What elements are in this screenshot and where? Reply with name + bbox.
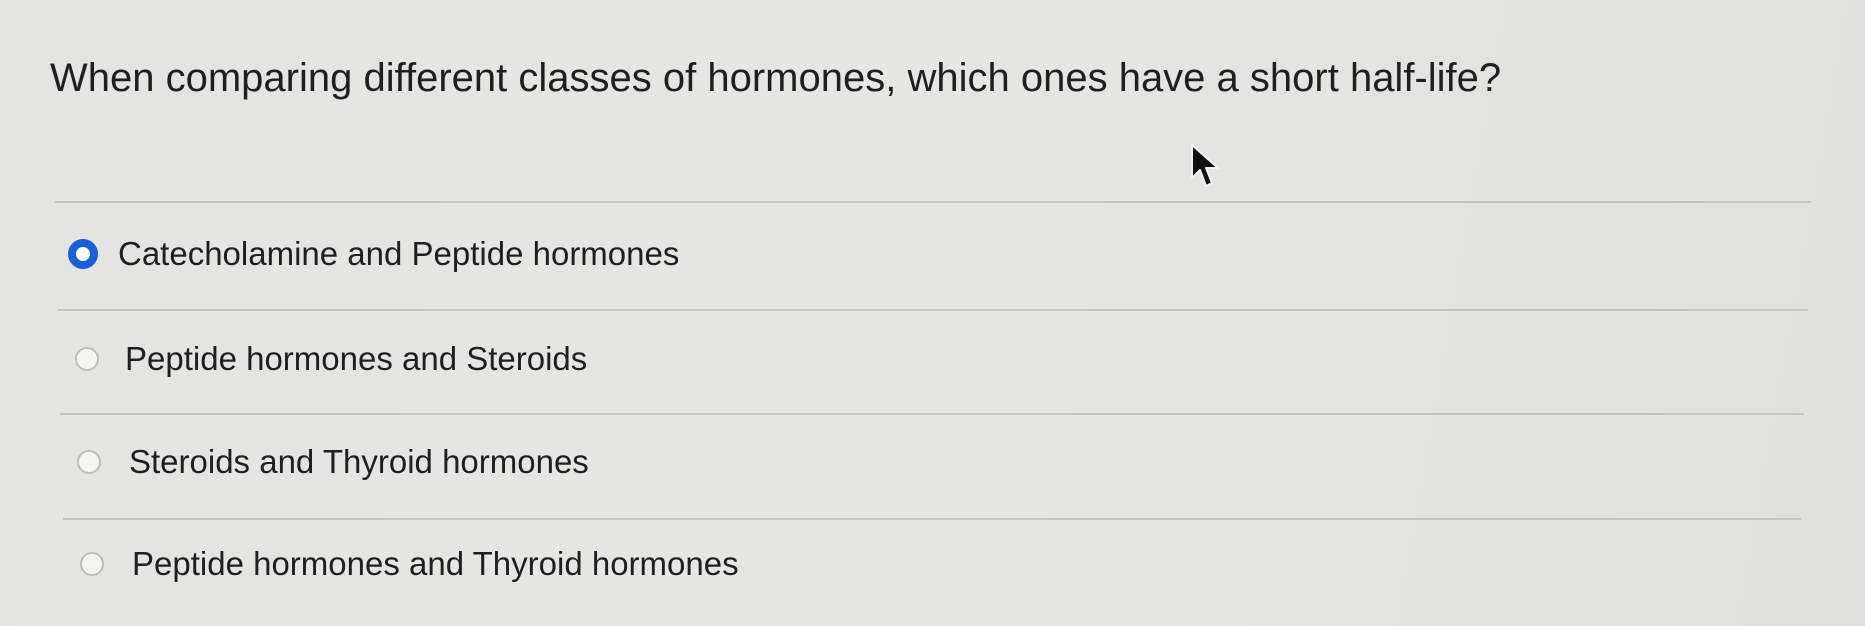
mouse-pointer-icon bbox=[1191, 144, 1219, 187]
answer-option-label: Peptide hormones and Steroids bbox=[125, 340, 588, 377]
answer-option-label: Catecholamine and Peptide hormones bbox=[118, 235, 680, 272]
radio-button-icon[interactable] bbox=[77, 450, 101, 474]
answer-option-3[interactable]: Steroids and Thyroid hormones bbox=[77, 440, 589, 484]
radio-button-selected-icon[interactable] bbox=[68, 239, 98, 269]
answer-option-label: Steroids and Thyroid hormones bbox=[129, 443, 589, 480]
answer-option-label: Peptide hormones and Thyroid hormones bbox=[132, 545, 739, 582]
answer-option-2[interactable]: Peptide hormones and Steroids bbox=[75, 337, 587, 381]
divider bbox=[60, 413, 1804, 415]
radio-button-icon[interactable] bbox=[80, 552, 104, 576]
question-text: When comparing different classes of horm… bbox=[50, 56, 1502, 100]
divider bbox=[58, 309, 1808, 311]
radio-button-icon[interactable] bbox=[75, 347, 99, 371]
divider bbox=[63, 518, 1801, 520]
answer-option-4[interactable]: Peptide hormones and Thyroid hormones bbox=[80, 542, 739, 586]
divider-top bbox=[55, 201, 1811, 203]
answer-option-1[interactable]: Catecholamine and Peptide hormones bbox=[68, 232, 679, 276]
